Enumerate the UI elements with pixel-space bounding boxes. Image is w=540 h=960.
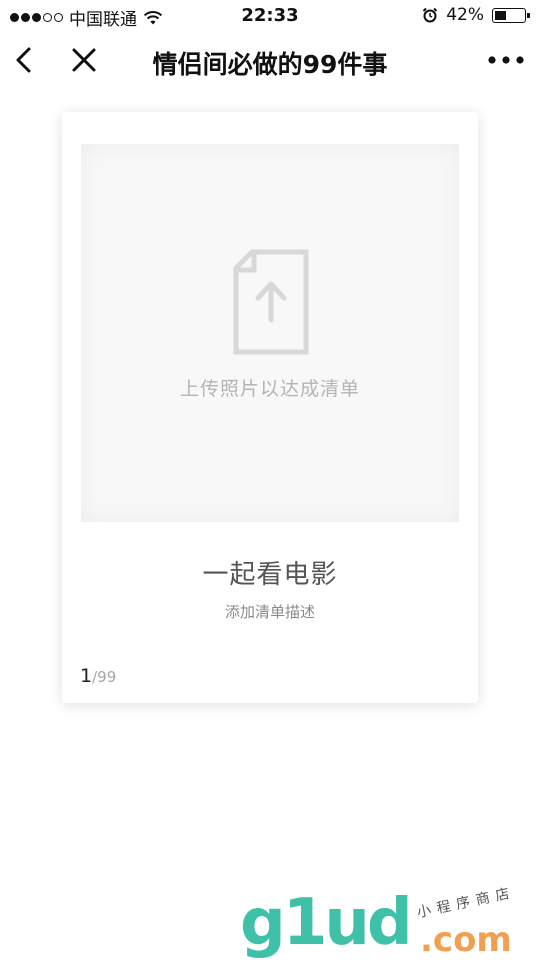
current-index: 1 xyxy=(80,665,93,687)
file-upload-icon xyxy=(233,249,309,355)
page-title: 情侣间必做的99件事 xyxy=(152,50,388,79)
status-bar: 中国联通 22:33 42% xyxy=(0,0,540,30)
total-count: /99 xyxy=(92,668,117,686)
upload-hint-text: 上传照片以达成清单 xyxy=(179,378,360,400)
photo-upload-area[interactable]: 上传照片以达成清单 xyxy=(81,144,459,522)
page-counter: 1/99 xyxy=(80,665,116,687)
watermark-tagline: 小程序商店 xyxy=(415,884,517,922)
watermark-logo: g1ud .com 小程序商店 xyxy=(240,885,540,960)
battery-fill xyxy=(495,10,506,20)
battery-icon xyxy=(492,7,530,23)
battery-percent: 42% xyxy=(446,5,484,25)
watermark-suffix: .com xyxy=(420,920,512,960)
battery-cap xyxy=(527,12,530,18)
more-dots-icon xyxy=(488,56,524,64)
alarm-clock-icon xyxy=(422,7,438,23)
navigation-bar: 情侣间必做的99件事 xyxy=(0,30,540,90)
more-options-button[interactable] xyxy=(486,42,526,78)
add-description-link[interactable]: 添加清单描述 xyxy=(62,601,478,622)
item-title: 一起看电影 xyxy=(202,560,338,590)
status-right: 42% xyxy=(422,5,530,25)
checklist-card: 上传照片以达成清单 一起看电影 添加清单描述 1/99 xyxy=(62,112,478,703)
watermark-brand: g1ud xyxy=(240,886,413,960)
